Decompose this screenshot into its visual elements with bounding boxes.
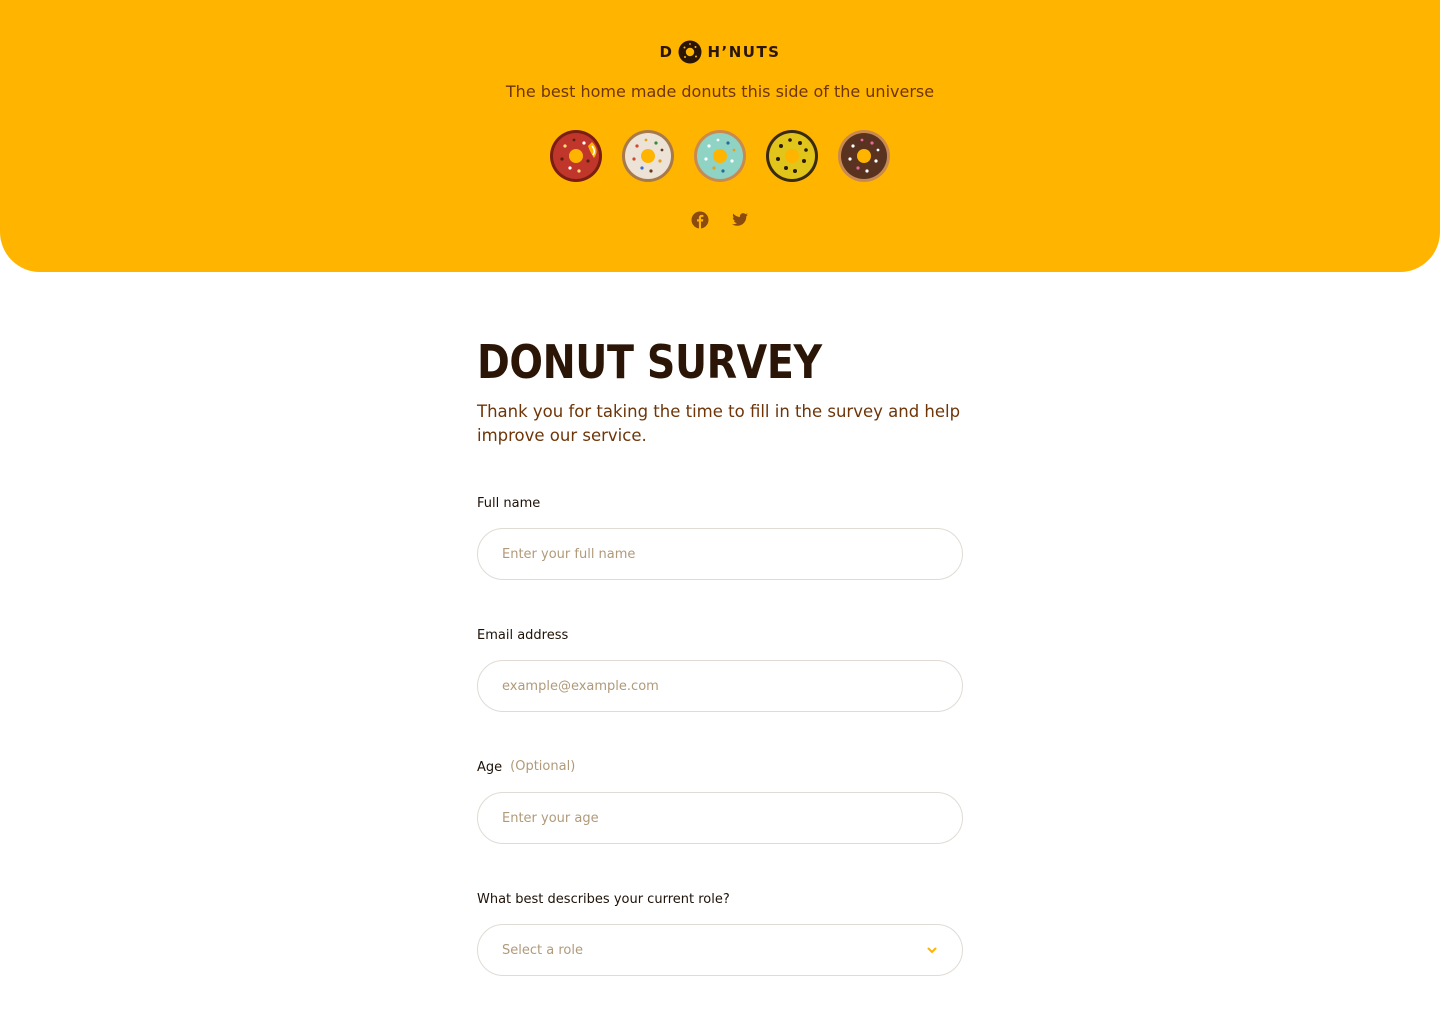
donut-mint-sprinkles-icon [694,130,746,182]
age-input[interactable] [477,792,963,844]
header-banner: D H’NUTS The best home made donuts this … [0,0,1440,272]
facebook-icon[interactable] [691,211,709,229]
full-name-input[interactable] [477,528,963,580]
full-name-label: Full name [477,496,541,511]
role-label: What best describes your current role? [477,892,730,907]
role-field: What best describes your current role? S… [477,890,963,976]
role-select-placeholder: Select a role [502,942,583,958]
donut-yellow-chocolate-icon [766,130,818,182]
social-links [0,211,1440,229]
donut-logo-icon [677,39,703,65]
page-title: DONUT SURVEY [477,335,822,389]
donut-chocolate-sprinkles-icon [838,130,890,182]
optional-hint: (Optional) [510,759,576,774]
email-label: Email address [477,628,569,643]
survey-intro: Thank you for taking the time to fill in… [477,402,961,445]
role-select[interactable]: Select a role [477,924,963,976]
full-name-field: Full name [477,494,963,580]
tagline: The best home made donuts this side of t… [505,82,935,101]
age-label: Age (Optional) [477,759,576,775]
logo-text-right: H’NUTS [707,43,781,61]
donut-white-sprinkles-icon [622,130,674,182]
logo-text-left: D [659,43,674,61]
age-field: Age (Optional) [477,758,963,844]
survey-section: DONUT SURVEY Thank you for taking the ti… [477,330,963,448]
donut-red-sprinkles-icon [550,130,602,182]
email-field: Email address [477,626,963,712]
email-input[interactable] [477,660,963,712]
twitter-icon[interactable] [731,211,749,229]
logo[interactable]: D H’NUTS [0,38,1440,66]
chevron-down-icon [927,947,937,953]
donut-gallery [0,128,1440,184]
